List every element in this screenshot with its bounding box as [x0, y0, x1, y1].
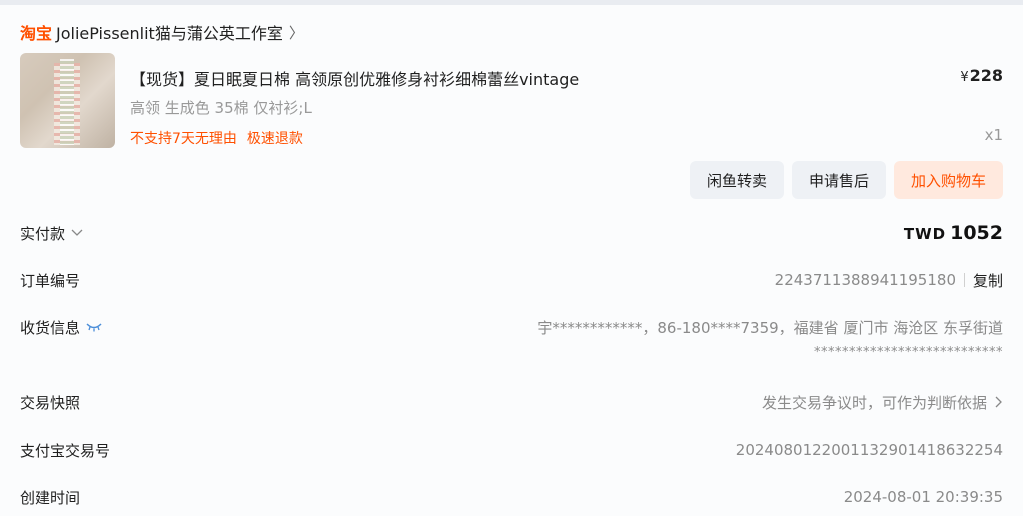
- alipay-row: 支付宝交易号 2024080122001132901418632254: [20, 438, 1003, 462]
- chevron-right-icon: 〉: [288, 23, 304, 42]
- paid-label: 实付款: [20, 224, 66, 243]
- copy-button[interactable]: 复制: [973, 270, 1003, 291]
- action-buttons: 闲鱼转卖 申请售后 加入购物车: [689, 161, 1003, 199]
- order-number: 2243711388941195180: [774, 271, 956, 289]
- snapshot-row[interactable]: 交易快照 发生交易争议时，可作为判断依据: [20, 390, 1003, 414]
- order-number-row: 订单编号 2243711388941195180 复制: [20, 268, 1003, 292]
- product-quantity: x1: [984, 126, 1003, 144]
- recipient-row: 收货信息 宇************，86-180****7359，福建省 厦门…: [20, 315, 1003, 339]
- eye-closed-icon[interactable]: [86, 322, 102, 332]
- paid-value: 1052: [950, 222, 1003, 244]
- paid-row: 实付款 TWD 1052: [20, 221, 1003, 245]
- paid-currency: TWD: [903, 225, 947, 243]
- recipient-address-masked: ***************************: [814, 345, 1003, 360]
- policy-tag-no-return: 不支持7天无理由: [130, 131, 237, 147]
- alipay-number: 2024080122001132901418632254: [735, 441, 1003, 459]
- snapshot-value-wrap[interactable]: 发生交易争议时，可作为判断依据: [762, 392, 1003, 413]
- order-number-label: 订单编号: [20, 271, 81, 290]
- price-value: 228: [969, 66, 1003, 85]
- shop-header[interactable]: 淘宝 JoliePissenlit猫与蒲公英工作室 〉: [20, 20, 304, 44]
- snapshot-hint: 发生交易争议时，可作为判断依据: [761, 393, 987, 412]
- created-time-label: 创建时间: [20, 488, 81, 507]
- recipient-label-wrap: 收货信息: [20, 317, 102, 338]
- shop-name[interactable]: JoliePissenlit猫与蒲公英工作室: [56, 20, 283, 44]
- product-spec: 高领 生成色 35棉 仅衬衫;L: [130, 99, 312, 117]
- paid-amount: TWD 1052: [904, 222, 1003, 244]
- chevron-down-icon: [71, 229, 83, 236]
- policy-tag-fast-refund: 极速退款: [246, 131, 303, 147]
- taobao-brand: 淘宝: [20, 24, 53, 43]
- paid-label-wrap[interactable]: 实付款: [20, 223, 83, 244]
- created-time: 2024-08-01 20:39:35: [843, 488, 1003, 506]
- product-thumbnail[interactable]: [20, 53, 115, 148]
- policy-tags: 不支持7天无理由 极速退款: [130, 128, 303, 148]
- recipient-label: 收货信息: [20, 318, 81, 337]
- chevron-right-icon: [995, 396, 1002, 408]
- divider: [963, 273, 965, 287]
- created-time-row: 创建时间 2024-08-01 20:39:35: [20, 485, 1003, 509]
- recipient-info: 宇************，86-180****7359，福建省 厦门市 海沧区…: [537, 318, 1003, 337]
- snapshot-label: 交易快照: [20, 393, 81, 412]
- order-number-value-wrap: 2243711388941195180 复制: [775, 270, 1003, 291]
- resell-button[interactable]: 闲鱼转卖: [689, 161, 784, 199]
- add-to-cart-button[interactable]: 加入购物车: [893, 161, 1003, 199]
- after-sale-button[interactable]: 申请售后: [791, 161, 886, 199]
- currency-symbol: ¥: [960, 70, 969, 85]
- product-title[interactable]: 【现货】夏日眠夏日棉 高领原创优雅修身衬衫细棉蕾丝vintage: [130, 66, 579, 90]
- product-price: ¥228: [960, 66, 1003, 85]
- alipay-label: 支付宝交易号: [20, 441, 111, 460]
- thumbnail-trim-detail: [60, 59, 74, 145]
